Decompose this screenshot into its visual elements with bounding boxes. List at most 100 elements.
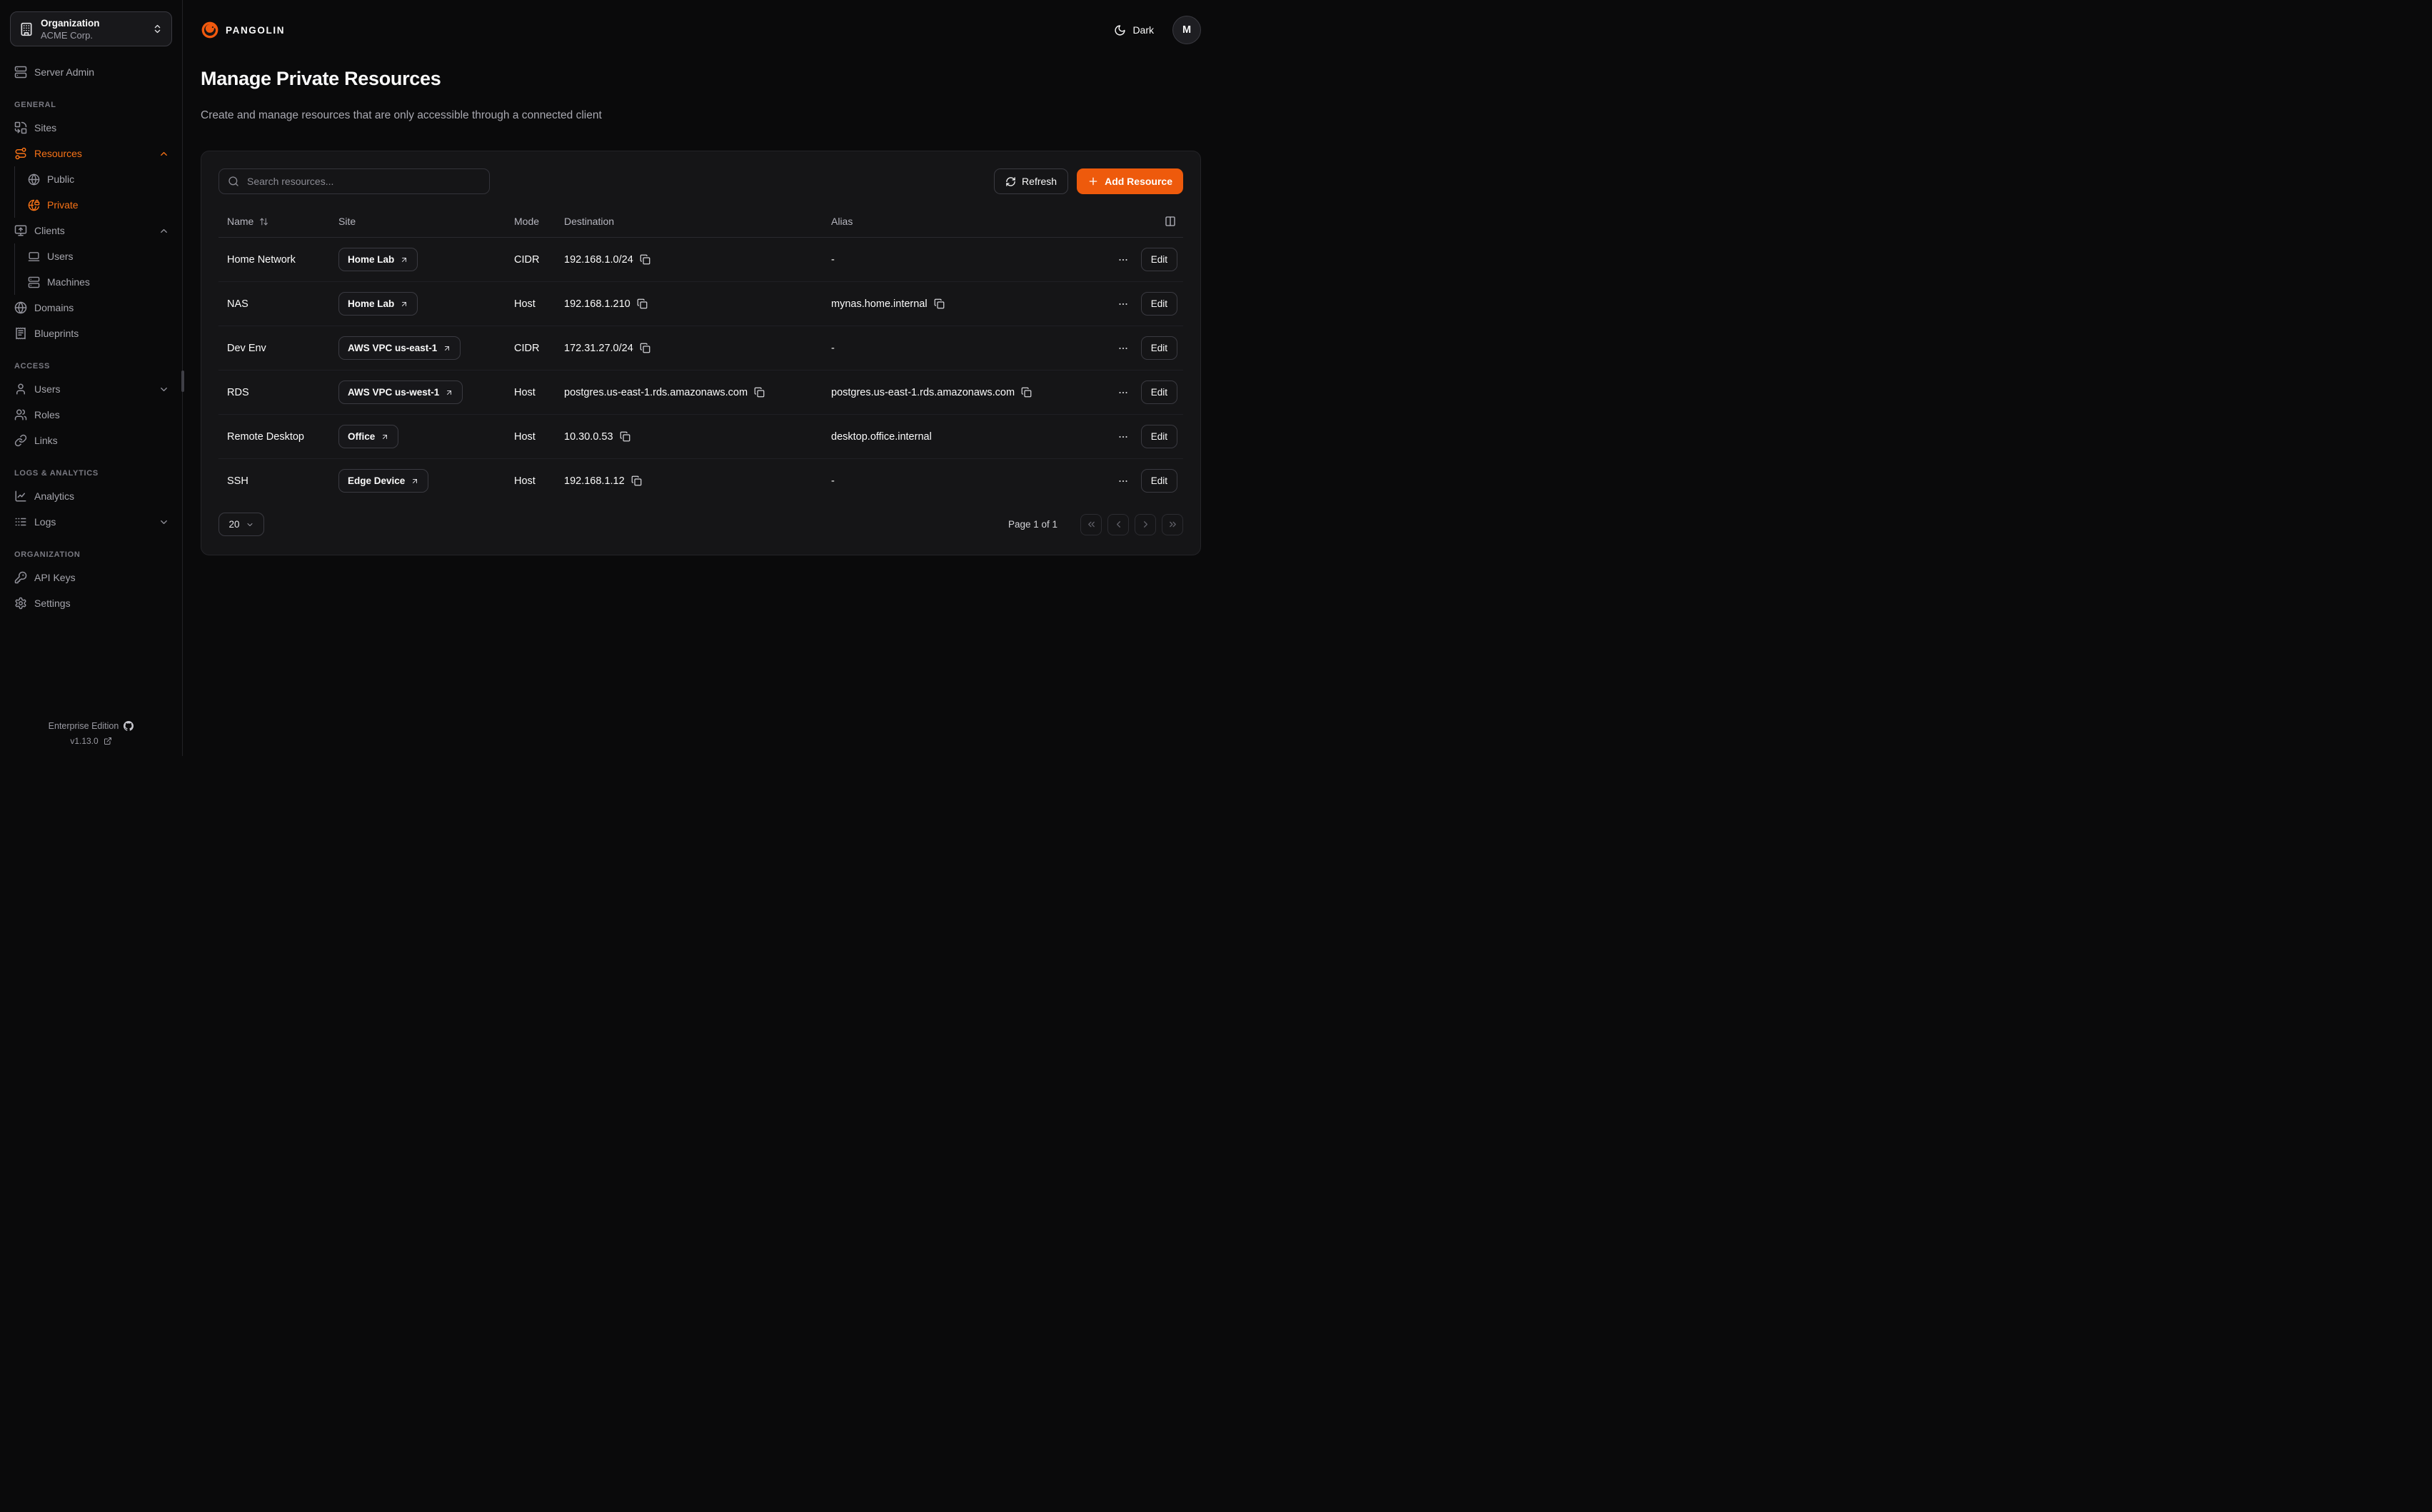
sidebar-item-label: Blueprints xyxy=(34,328,79,339)
sidebar-section-label: GENERAL xyxy=(0,95,182,115)
chevrons-up-down-icon xyxy=(152,24,163,34)
add-resource-label: Add Resource xyxy=(1105,176,1172,187)
site-link[interactable]: Home Lab xyxy=(338,292,418,316)
page-title: Manage Private Resources xyxy=(201,68,1201,90)
column-header-alias: Alias xyxy=(823,216,1100,227)
enterprise-edition-link[interactable]: Enterprise Edition xyxy=(49,721,134,731)
alias-value: desktop.office.internal xyxy=(831,431,932,443)
arrow-up-right-icon xyxy=(381,433,389,441)
sidebar-item-public[interactable]: Public xyxy=(15,166,182,192)
sidebar-item-domains[interactable]: Domains xyxy=(0,295,182,321)
destination-value: 192.168.1.0/24 xyxy=(564,254,633,266)
edit-button[interactable]: Edit xyxy=(1141,380,1177,404)
link-icon xyxy=(14,434,27,447)
user-icon xyxy=(14,383,27,395)
sidebar-section-label: ACCESS xyxy=(0,356,182,376)
destination-value: postgres.us-east-1.rds.amazonaws.com xyxy=(564,387,748,398)
laptop-icon xyxy=(28,251,40,263)
edit-button[interactable]: Edit xyxy=(1141,469,1177,493)
edit-button[interactable]: Edit xyxy=(1141,425,1177,448)
column-header-name[interactable]: Name xyxy=(218,216,330,227)
mode-value: CIDR xyxy=(506,343,556,354)
cell-alias: - xyxy=(823,254,1100,266)
pagination-prev-button[interactable] xyxy=(1107,514,1129,535)
row-menu-icon[interactable] xyxy=(1117,475,1130,488)
mode-value: Host xyxy=(506,387,556,398)
pagination-first-button[interactable] xyxy=(1080,514,1102,535)
row-menu-icon[interactable] xyxy=(1117,298,1130,311)
sidebar-item-roles[interactable]: Roles xyxy=(0,402,182,428)
theme-toggle[interactable]: Dark xyxy=(1114,24,1154,36)
sidebar-item-users[interactable]: Users xyxy=(0,376,182,402)
server-icon xyxy=(14,66,27,79)
row-menu-icon[interactable] xyxy=(1117,386,1130,399)
sidebar-item-settings[interactable]: Settings xyxy=(0,590,182,616)
version-link[interactable]: v1.13.0 xyxy=(70,736,111,746)
sidebar-item-blueprints[interactable]: Blueprints xyxy=(0,321,182,346)
page-indicator: Page 1 of 1 xyxy=(1008,519,1057,530)
copy-icon[interactable] xyxy=(631,475,642,486)
github-icon xyxy=(124,721,134,731)
sidebar-item-api-keys[interactable]: API Keys xyxy=(0,565,182,590)
resources-table: Name Site Mode Destination Alias xyxy=(218,206,1183,503)
sidebar-item-client-users[interactable]: Users xyxy=(15,243,182,269)
resource-name: SSH xyxy=(218,475,330,487)
columns-icon[interactable] xyxy=(1165,216,1176,227)
copy-icon[interactable] xyxy=(640,254,650,265)
sidebar-item-server-admin[interactable]: Server Admin xyxy=(0,59,182,85)
edit-button[interactable]: Edit xyxy=(1141,336,1177,360)
brand-name: PANGOLIN xyxy=(226,25,285,36)
sidebar-item-resources[interactable]: Resources xyxy=(0,141,182,166)
edit-button[interactable]: Edit xyxy=(1141,292,1177,316)
main-content: PANGOLIN Dark M Manage Private Resources… xyxy=(183,0,1216,756)
chevron-down-icon xyxy=(159,517,169,528)
chevron-down-icon xyxy=(159,384,169,395)
avatar-initial: M xyxy=(1182,24,1191,36)
row-menu-icon[interactable] xyxy=(1117,253,1130,266)
pagination-next-button[interactable] xyxy=(1135,514,1156,535)
search-box xyxy=(218,168,490,194)
site-name: Edge Device xyxy=(348,475,405,486)
copy-icon[interactable] xyxy=(1021,387,1032,398)
avatar[interactable]: M xyxy=(1172,16,1201,44)
refresh-button[interactable]: Refresh xyxy=(994,168,1068,194)
sidebar-item-machines[interactable]: Machines xyxy=(15,269,182,295)
sidebar-scrollbar-thumb[interactable] xyxy=(181,371,184,392)
copy-icon[interactable] xyxy=(620,431,630,442)
sidebar-item-sites[interactable]: Sites xyxy=(0,115,182,141)
rows-per-page-select[interactable]: 20 xyxy=(218,513,264,536)
copy-icon[interactable] xyxy=(637,298,648,309)
sidebar-item-links[interactable]: Links xyxy=(0,428,182,453)
search-input[interactable] xyxy=(246,175,481,188)
copy-icon[interactable] xyxy=(934,298,945,309)
pagination-last-button[interactable] xyxy=(1162,514,1183,535)
sidebar-item-logs[interactable]: Logs xyxy=(0,509,182,535)
sidebar-subnav: PublicPrivate xyxy=(14,166,182,218)
site-link[interactable]: Home Lab xyxy=(338,248,418,271)
sidebar-item-analytics[interactable]: Analytics xyxy=(0,483,182,509)
copy-icon[interactable] xyxy=(640,343,650,353)
brand[interactable]: PANGOLIN xyxy=(201,21,285,39)
globe-icon xyxy=(14,301,27,314)
arrow-up-right-icon xyxy=(411,477,419,485)
cell-actions: Edit xyxy=(1100,336,1183,360)
row-menu-icon[interactable] xyxy=(1117,430,1130,443)
mode-value: Host xyxy=(506,298,556,310)
row-menu-icon[interactable] xyxy=(1117,342,1130,355)
site-link[interactable]: AWS VPC us-east-1 xyxy=(338,336,461,360)
cell-destination: 192.168.1.210 xyxy=(556,298,823,310)
receipt-icon xyxy=(14,327,27,340)
copy-icon[interactable] xyxy=(754,387,765,398)
arrow-up-right-icon xyxy=(400,300,408,308)
sidebar-item-clients[interactable]: Clients xyxy=(0,218,182,243)
rows-per-page-value: 20 xyxy=(228,519,239,530)
add-resource-button[interactable]: Add Resource xyxy=(1077,168,1183,194)
edit-button[interactable]: Edit xyxy=(1141,248,1177,271)
table-row: RDSAWS VPC us-west-1Hostpostgres.us-east… xyxy=(218,370,1183,414)
org-selector[interactable]: Organization ACME Corp. xyxy=(10,11,172,46)
alias-value: postgres.us-east-1.rds.amazonaws.com xyxy=(831,387,1015,398)
sidebar-item-private[interactable]: Private xyxy=(15,192,182,218)
site-link[interactable]: Office xyxy=(338,425,398,448)
site-link[interactable]: Edge Device xyxy=(338,469,428,493)
site-link[interactable]: AWS VPC us-west-1 xyxy=(338,380,463,404)
